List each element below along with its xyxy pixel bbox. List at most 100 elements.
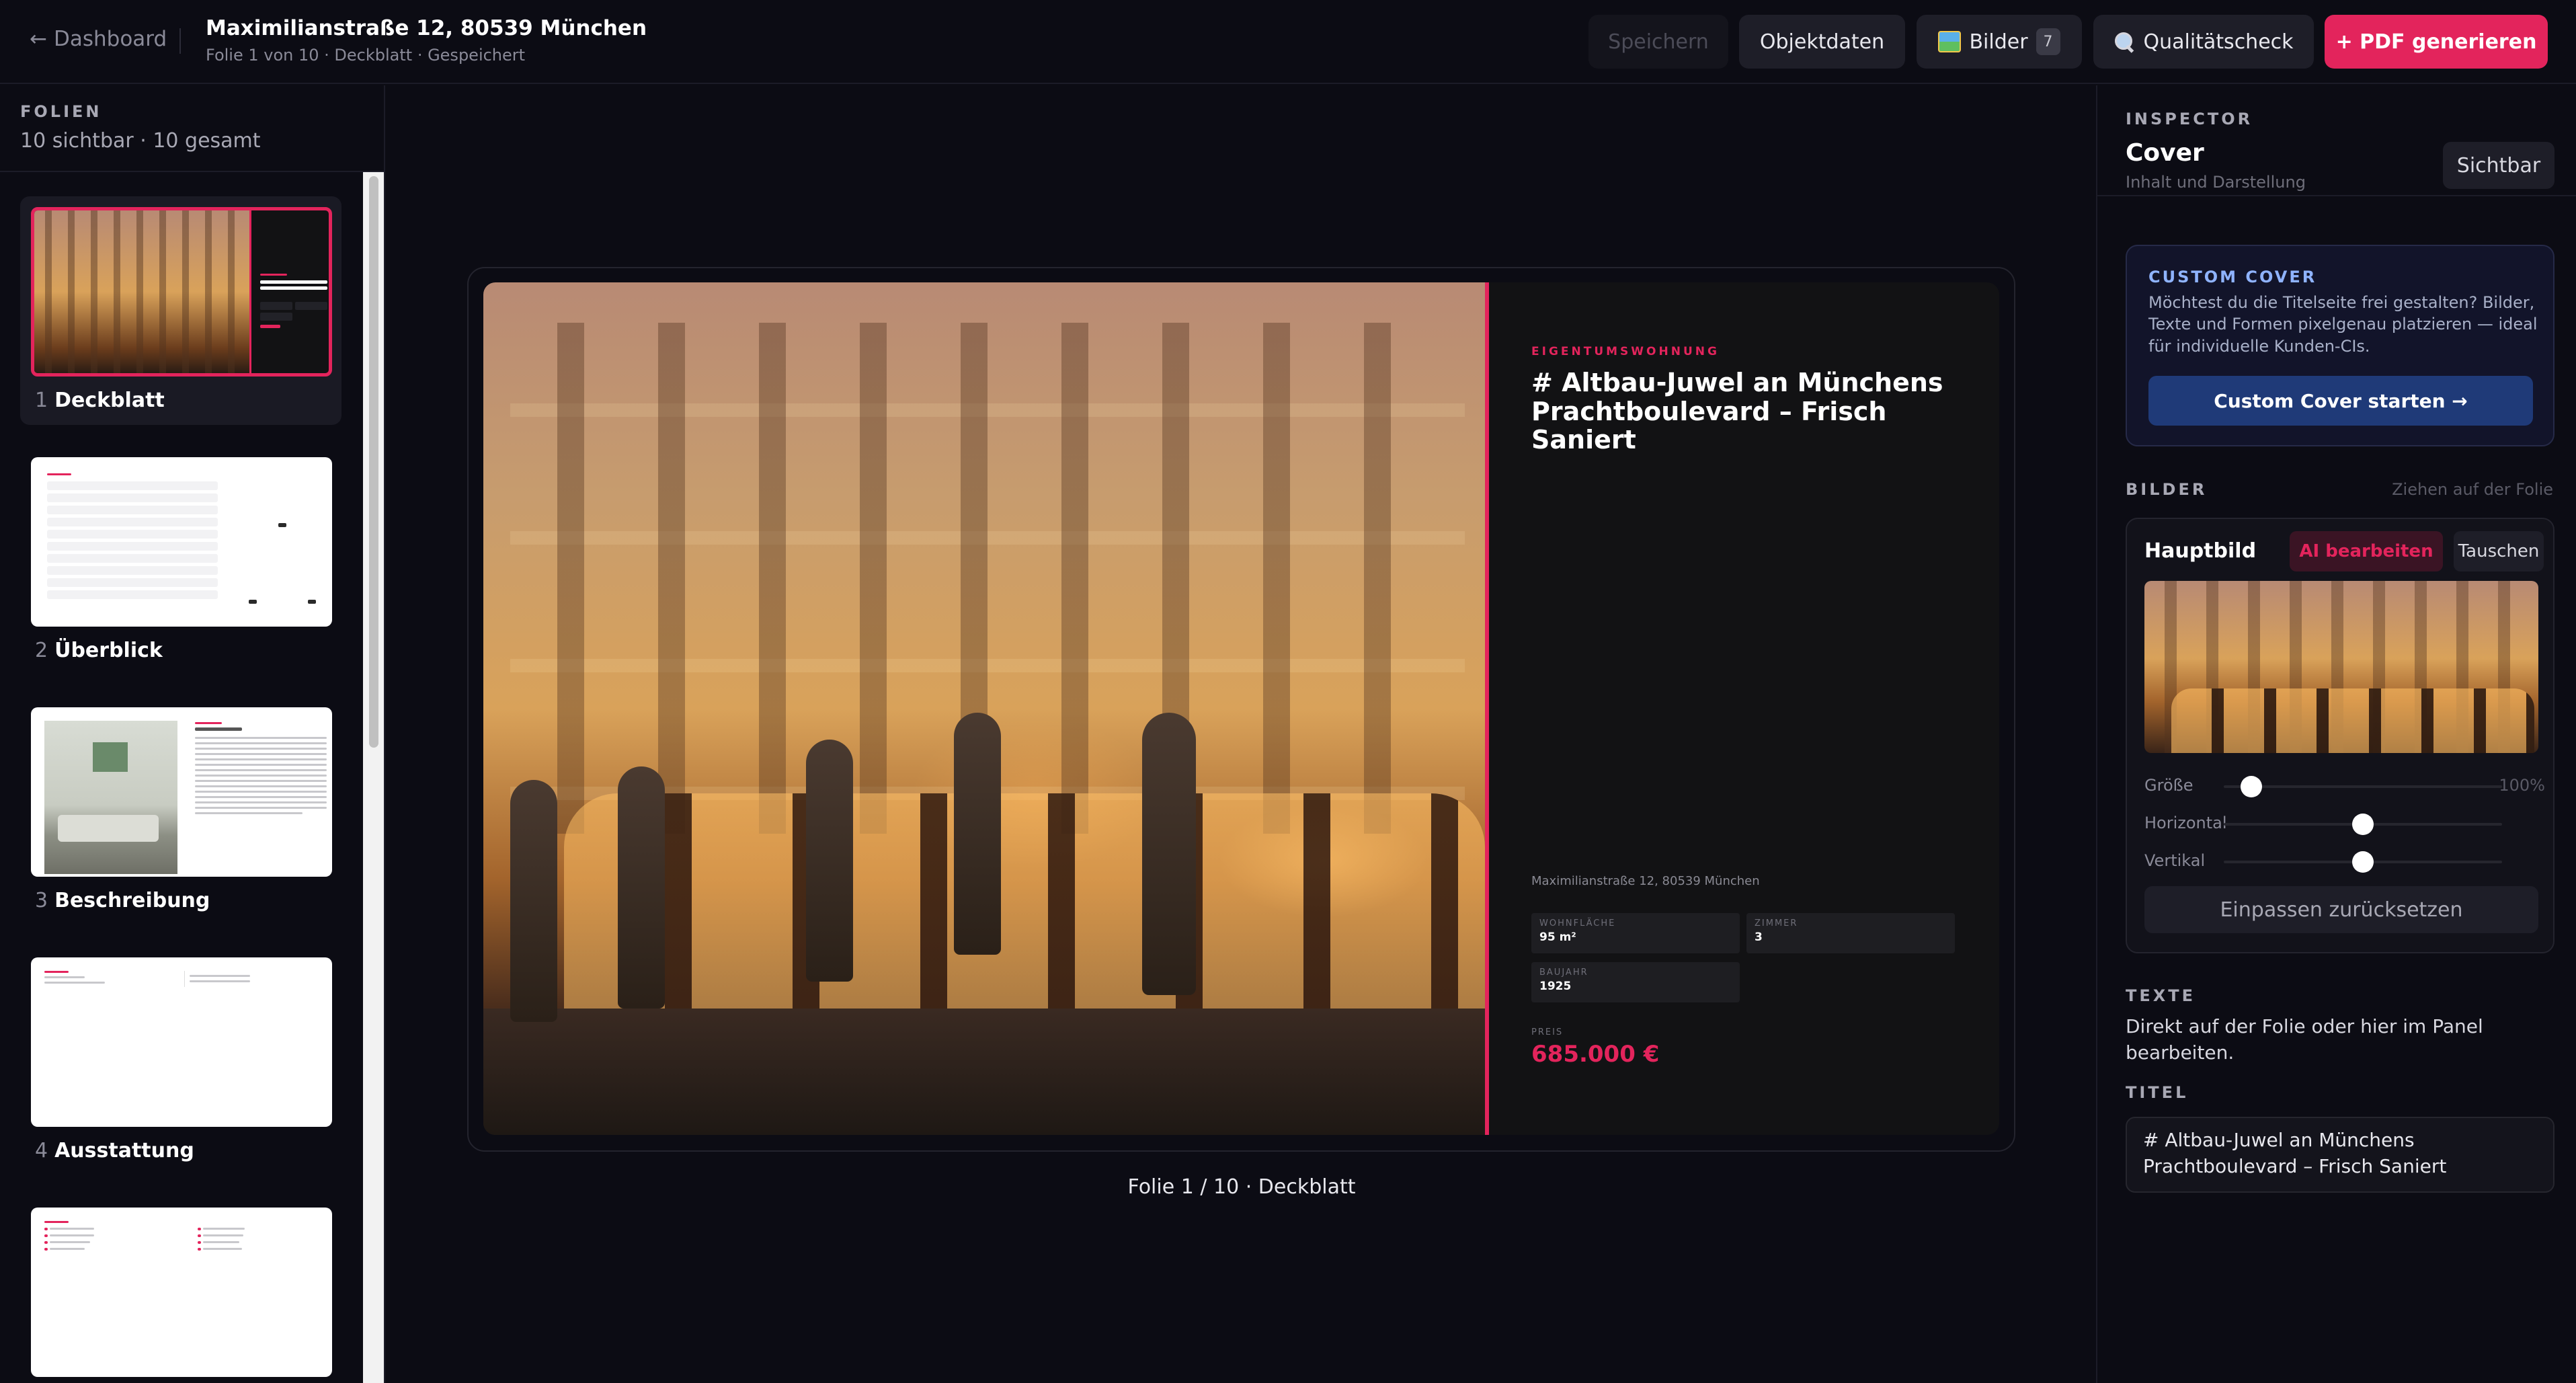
size-slider-label: Größe <box>2144 776 2193 795</box>
divider <box>179 28 181 54</box>
quality-check-label: Qualitätscheck <box>2143 30 2294 54</box>
slide-label: 2 Überblick <box>35 639 163 662</box>
slide-preview <box>31 707 332 877</box>
back-to-dashboard-link[interactable]: ← Dashboard <box>30 27 167 51</box>
slides-heading: FOLIEN <box>20 102 102 121</box>
inspector-panel: INSPECTOR Cover Inhalt und Darstellung S… <box>2096 85 2576 1383</box>
slide-thumbnail-3[interactable]: 3 Beschreibung <box>20 697 341 925</box>
slide-preview <box>31 957 332 1127</box>
cover-address[interactable]: Maximilianstraße 12, 80539 München <box>1531 874 1760 888</box>
fact-label: ZIMMER <box>1755 918 1798 928</box>
quality-check-button[interactable]: Qualitätscheck <box>2093 15 2314 69</box>
reset-fit-button[interactable]: Einpassen zurücksetzen <box>2144 886 2538 933</box>
inspector-title: Cover <box>2126 139 2204 167</box>
fact-living-area[interactable]: WOHNFLÄCHE 95 m² <box>1531 913 1740 953</box>
main-image-preview[interactable] <box>2144 581 2538 753</box>
swap-image-button[interactable]: Tauschen <box>2454 531 2544 571</box>
object-data-button[interactable]: Objektdaten <box>1739 15 1905 69</box>
street-ground <box>483 1009 1485 1135</box>
slide-canvas-cover[interactable]: EIGENTUMSWOHNUNG # Altbau-Juwel an Münch… <box>483 282 1999 1135</box>
horizontal-slider-label: Horizontal <box>2144 814 2227 832</box>
fact-value: 95 m² <box>1539 931 1576 944</box>
slide-number: 4 <box>35 1139 48 1162</box>
scrollbar-thumb[interactable] <box>369 176 378 748</box>
price-value[interactable]: 685.000 € <box>1531 1041 1659 1068</box>
slide-list: 1 Deckblatt 2 Überblick 3 Beschreibung 4… <box>0 172 363 1383</box>
size-slider-value: 100% <box>2499 776 2545 795</box>
slide-number: 3 <box>35 889 48 912</box>
fact-year-built[interactable]: BAUJAHR 1925 <box>1531 962 1740 1002</box>
slide-name: Deckblatt <box>54 389 165 412</box>
image-icon <box>1938 31 1962 52</box>
cover-title[interactable]: # Altbau-Juwel an Münchens Prachtbouleva… <box>1531 368 1975 455</box>
slide-preview <box>31 1208 332 1377</box>
umbrella-shape <box>510 780 557 1022</box>
inspector-subtitle: Inhalt und Darstellung <box>2126 173 2306 192</box>
inspector-heading: INSPECTOR <box>2126 110 2253 128</box>
fact-rooms[interactable]: ZIMMER 3 <box>1746 913 1955 953</box>
vertical-slider-label: Vertikal <box>2144 851 2206 870</box>
images-section-hint: Ziehen auf der Folie <box>2392 480 2553 499</box>
fact-label: WOHNFLÄCHE <box>1539 918 1616 928</box>
title-field-label: TITEL <box>2126 1083 2189 1102</box>
slide-thumbnail-4[interactable]: 4 Ausstattung <box>20 947 341 1175</box>
facade-arches <box>564 793 1485 1035</box>
top-bar: ← Dashboard Maximilianstraße 12, 80539 M… <box>0 0 2576 84</box>
slide-name: Überblick <box>54 639 163 662</box>
fact-label: BAUJAHR <box>1539 967 1588 978</box>
slide-label: 4 Ausstattung <box>35 1139 194 1162</box>
title-text-field[interactable]: # Altbau-Juwel an Münchens Prachtbouleva… <box>2126 1117 2554 1193</box>
texts-section-hint: Direkt auf der Folie oder hier im Panel … <box>2126 1015 2483 1064</box>
texts-section-heading: TEXTE <box>2126 986 2196 1005</box>
custom-cover-heading: CUSTOM COVER <box>2148 268 2317 286</box>
slide-caption: Folie 1 / 10 · Deckblatt <box>1127 1175 1356 1199</box>
horizontal-slider-knob[interactable] <box>2352 814 2374 835</box>
slide-preview <box>31 207 332 377</box>
slide-label: 1 Deckblatt <box>35 389 165 412</box>
fact-value: 1925 <box>1539 980 1572 993</box>
divider <box>2097 195 2576 196</box>
slide-number: 1 <box>35 389 48 412</box>
magnifier-icon <box>2114 31 2135 52</box>
main-image-card: Hauptbild AI bearbeiten Tauschen Größe 1… <box>2126 518 2554 953</box>
save-button[interactable]: Speichern <box>1588 15 1728 69</box>
vertical-slider-knob[interactable] <box>2352 851 2374 873</box>
slide-name: Beschreibung <box>54 889 210 912</box>
umbrella-shape <box>954 713 1001 955</box>
images-count-badge: 7 <box>2036 28 2060 55</box>
custom-cover-description: Möchtest du die Titelseite frei gestalte… <box>2148 293 2538 356</box>
slide-thumbnail-2[interactable]: 2 Überblick <box>20 446 341 675</box>
size-slider-knob[interactable] <box>2241 776 2263 797</box>
slide-thumbnail-1[interactable]: 1 Deckblatt <box>20 196 341 425</box>
slides-count: 10 sichtbar · 10 gesamt <box>20 129 261 153</box>
cover-main-image[interactable] <box>483 282 1485 1135</box>
start-custom-cover-button[interactable]: Custom Cover starten → <box>2148 376 2533 426</box>
umbrella-shape <box>1142 713 1196 995</box>
fact-value: 3 <box>1755 931 1763 944</box>
size-slider[interactable] <box>2224 785 2502 788</box>
generate-pdf-button[interactable]: + PDF generieren <box>2325 15 2548 69</box>
slide-number: 2 <box>35 639 48 662</box>
price-label: PREIS <box>1531 1027 1564 1037</box>
slides-sidebar: FOLIEN 10 sichtbar · 10 gesamt 1 Deckblat… <box>0 85 385 1383</box>
document-status: Folie 1 von 10 · Deckblatt · Gespeichert <box>206 46 526 65</box>
images-button[interactable]: Bilder 7 <box>1917 15 2082 69</box>
slide-label: 3 Beschreibung <box>35 889 210 912</box>
images-section-heading: BILDER <box>2126 480 2208 499</box>
arrow-left-icon: ← <box>30 27 47 51</box>
back-link-label: Dashboard <box>53 27 167 51</box>
slide-preview <box>31 457 332 627</box>
slide-thumbnail-5[interactable]: 5 <box>20 1197 341 1383</box>
main-image-label: Hauptbild <box>2144 539 2257 563</box>
ai-edit-button[interactable]: AI bearbeiten <box>2290 531 2443 571</box>
custom-cover-card: CUSTOM COVER Möchtest du die Titelseite … <box>2126 245 2554 446</box>
slides-header: FOLIEN 10 sichtbar · 10 gesamt <box>20 102 261 153</box>
umbrella-shape <box>618 766 665 1009</box>
cover-info-panel: EIGENTUMSWOHNUNG # Altbau-Juwel an Münch… <box>1489 282 1999 1135</box>
images-button-label: Bilder <box>1969 30 2028 54</box>
property-type-label[interactable]: EIGENTUMSWOHNUNG <box>1531 345 1720 358</box>
umbrella-shape <box>806 740 853 982</box>
document-title: Maximilianstraße 12, 80539 München <box>206 16 647 40</box>
slide-name: Ausstattung <box>54 1139 194 1162</box>
visibility-toggle-button[interactable]: Sichtbar <box>2443 142 2554 189</box>
